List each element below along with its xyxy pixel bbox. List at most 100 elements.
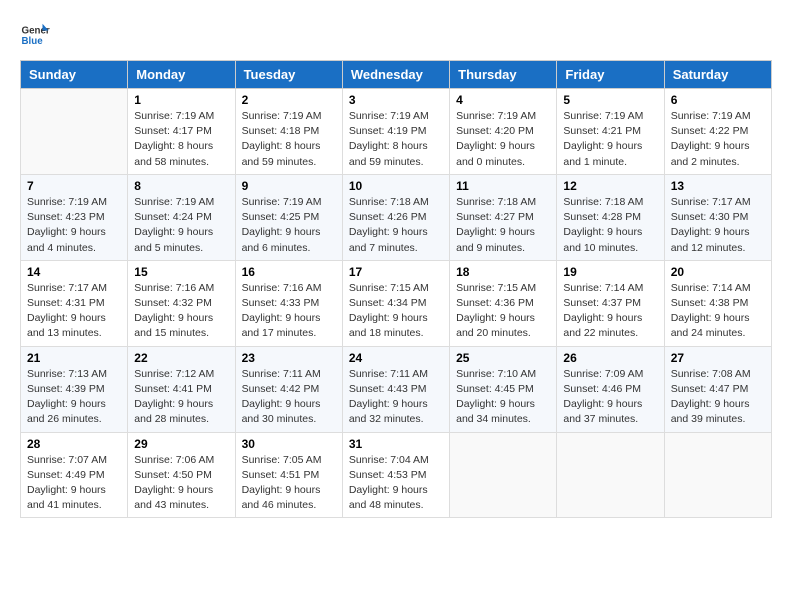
day-number: 12 [563,179,657,193]
day-info: Sunrise: 7:06 AMSunset: 4:50 PMDaylight:… [134,453,228,514]
day-number: 31 [349,437,443,451]
calendar-cell: 23 Sunrise: 7:11 AMSunset: 4:42 PMDayligh… [235,346,342,432]
day-number: 24 [349,351,443,365]
calendar-cell: 19Sunrise: 7:14 AMSunset: 4:37 PMDayligh… [557,260,664,346]
day-info: Sunrise: 7:08 AMSunset: 4:47 PMDaylight:… [671,367,765,428]
day-number: 17 [349,265,443,279]
day-number: 14 [27,265,121,279]
day-info: Sunrise: 7:19 AMSunset: 4:19 PMDaylight:… [349,109,443,170]
calendar-cell: 11 Sunrise: 7:18 AMSunset: 4:27 PMDayligh… [450,174,557,260]
calendar-week-3: 14 Sunrise: 7:17 AMSunset: 4:31 PMDayligh… [21,260,772,346]
column-header-friday: Friday [557,61,664,89]
calendar-cell: 10Sunrise: 7:18 AMSunset: 4:26 PMDayligh… [342,174,449,260]
day-number: 22 [134,351,228,365]
day-number: 2 [242,93,336,107]
calendar-cell: 28 Sunrise: 7:07 AMSunset: 4:49 PMDayligh… [21,432,128,518]
column-header-thursday: Thursday [450,61,557,89]
calendar-cell: 12 Sunrise: 7:18 AMSunset: 4:28 PMDayligh… [557,174,664,260]
day-info: Sunrise: 7:13 AMSunset: 4:39 PMDaylight:… [27,367,121,428]
day-info: Sunrise: 7:09 AMSunset: 4:46 PMDaylight:… [563,367,657,428]
day-number: 4 [456,93,550,107]
calendar-cell: 5 Sunrise: 7:19 AMSunset: 4:21 PMDaylight… [557,89,664,175]
day-number: 20 [671,265,765,279]
calendar-cell: 21 Sunrise: 7:13 AMSunset: 4:39 PMDayligh… [21,346,128,432]
column-header-monday: Monday [128,61,235,89]
calendar-week-2: 7 Sunrise: 7:19 AMSunset: 4:23 PMDaylight… [21,174,772,260]
day-info: Sunrise: 7:18 AMSunset: 4:28 PMDaylight:… [563,195,657,256]
day-number: 9 [242,179,336,193]
day-info: Sunrise: 7:19 AMSunset: 4:24 PMDaylight:… [134,195,228,256]
calendar-cell: 18 Sunrise: 7:15 AMSunset: 4:36 PMDayligh… [450,260,557,346]
day-info: Sunrise: 7:19 AMSunset: 4:18 PMDaylight:… [242,109,336,170]
day-info: Sunrise: 7:15 AMSunset: 4:34 PMDaylight:… [349,281,443,342]
day-info: Sunrise: 7:16 AMSunset: 4:32 PMDaylight:… [134,281,228,342]
calendar-week-4: 21 Sunrise: 7:13 AMSunset: 4:39 PMDayligh… [21,346,772,432]
day-number: 1 [134,93,228,107]
day-info: Sunrise: 7:19 AMSunset: 4:21 PMDaylight:… [563,109,657,170]
column-header-tuesday: Tuesday [235,61,342,89]
calendar-cell: 4Sunrise: 7:19 AMSunset: 4:20 PMDaylight… [450,89,557,175]
calendar-cell: 26 Sunrise: 7:09 AMSunset: 4:46 PMDayligh… [557,346,664,432]
calendar-cell: 8Sunrise: 7:19 AMSunset: 4:24 PMDaylight… [128,174,235,260]
calendar-cell [450,432,557,518]
calendar-cell: 7 Sunrise: 7:19 AMSunset: 4:23 PMDaylight… [21,174,128,260]
day-number: 25 [456,351,550,365]
day-info: Sunrise: 7:07 AMSunset: 4:49 PMDaylight:… [27,453,121,514]
day-number: 10 [349,179,443,193]
calendar-cell: 31 Sunrise: 7:04 AMSunset: 4:53 PMDayligh… [342,432,449,518]
calendar-cell: 27 Sunrise: 7:08 AMSunset: 4:47 PMDayligh… [664,346,771,432]
day-number: 26 [563,351,657,365]
day-info: Sunrise: 7:19 AMSunset: 4:23 PMDaylight:… [27,195,121,256]
calendar-cell: 2 Sunrise: 7:19 AMSunset: 4:18 PMDaylight… [235,89,342,175]
day-info: Sunrise: 7:10 AMSunset: 4:45 PMDaylight:… [456,367,550,428]
day-number: 23 [242,351,336,365]
svg-text:Blue: Blue [22,36,44,47]
column-header-wednesday: Wednesday [342,61,449,89]
day-info: Sunrise: 7:19 AMSunset: 4:17 PMDaylight:… [134,109,228,170]
day-number: 18 [456,265,550,279]
calendar-cell: 6Sunrise: 7:19 AMSunset: 4:22 PMDaylight… [664,89,771,175]
day-number: 13 [671,179,765,193]
day-info: Sunrise: 7:19 AMSunset: 4:25 PMDaylight:… [242,195,336,256]
calendar-cell: 14 Sunrise: 7:17 AMSunset: 4:31 PMDayligh… [21,260,128,346]
logo: General Blue [20,20,50,50]
calendar-body: 1 Sunrise: 7:19 AMSunset: 4:17 PMDaylight… [21,89,772,518]
calendar-cell: 3 Sunrise: 7:19 AMSunset: 4:19 PMDaylight… [342,89,449,175]
day-info: Sunrise: 7:16 AMSunset: 4:33 PMDaylight:… [242,281,336,342]
day-info: Sunrise: 7:11 AMSunset: 4:43 PMDaylight:… [349,367,443,428]
day-number: 3 [349,93,443,107]
day-number: 15 [134,265,228,279]
column-header-sunday: Sunday [21,61,128,89]
calendar-cell: 29 Sunrise: 7:06 AMSunset: 4:50 PMDayligh… [128,432,235,518]
day-info: Sunrise: 7:15 AMSunset: 4:36 PMDaylight:… [456,281,550,342]
day-number: 29 [134,437,228,451]
day-number: 7 [27,179,121,193]
calendar-cell: 13Sunrise: 7:17 AMSunset: 4:30 PMDayligh… [664,174,771,260]
calendar-cell: 16 Sunrise: 7:16 AMSunset: 4:33 PMDayligh… [235,260,342,346]
column-header-saturday: Saturday [664,61,771,89]
calendar-cell [557,432,664,518]
day-number: 27 [671,351,765,365]
calendar-cell: 20 Sunrise: 7:14 AMSunset: 4:38 PMDayligh… [664,260,771,346]
day-number: 30 [242,437,336,451]
day-number: 6 [671,93,765,107]
day-info: Sunrise: 7:18 AMSunset: 4:27 PMDaylight:… [456,195,550,256]
day-number: 16 [242,265,336,279]
day-number: 28 [27,437,121,451]
calendar-cell: 17 Sunrise: 7:15 AMSunset: 4:34 PMDayligh… [342,260,449,346]
day-number: 21 [27,351,121,365]
day-info: Sunrise: 7:14 AMSunset: 4:38 PMDaylight:… [671,281,765,342]
day-info: Sunrise: 7:11 AMSunset: 4:42 PMDaylight:… [242,367,336,428]
day-number: 11 [456,179,550,193]
calendar-cell [664,432,771,518]
calendar-cell: 30Sunrise: 7:05 AMSunset: 4:51 PMDayligh… [235,432,342,518]
day-info: Sunrise: 7:12 AMSunset: 4:41 PMDaylight:… [134,367,228,428]
calendar-table: SundayMondayTuesdayWednesdayThursdayFrid… [20,60,772,518]
day-info: Sunrise: 7:04 AMSunset: 4:53 PMDaylight:… [349,453,443,514]
day-info: Sunrise: 7:17 AMSunset: 4:31 PMDaylight:… [27,281,121,342]
calendar-week-1: 1 Sunrise: 7:19 AMSunset: 4:17 PMDaylight… [21,89,772,175]
calendar-cell: 1 Sunrise: 7:19 AMSunset: 4:17 PMDaylight… [128,89,235,175]
svg-text:General: General [22,26,51,37]
calendar-cell: 25 Sunrise: 7:10 AMSunset: 4:45 PMDayligh… [450,346,557,432]
day-number: 5 [563,93,657,107]
